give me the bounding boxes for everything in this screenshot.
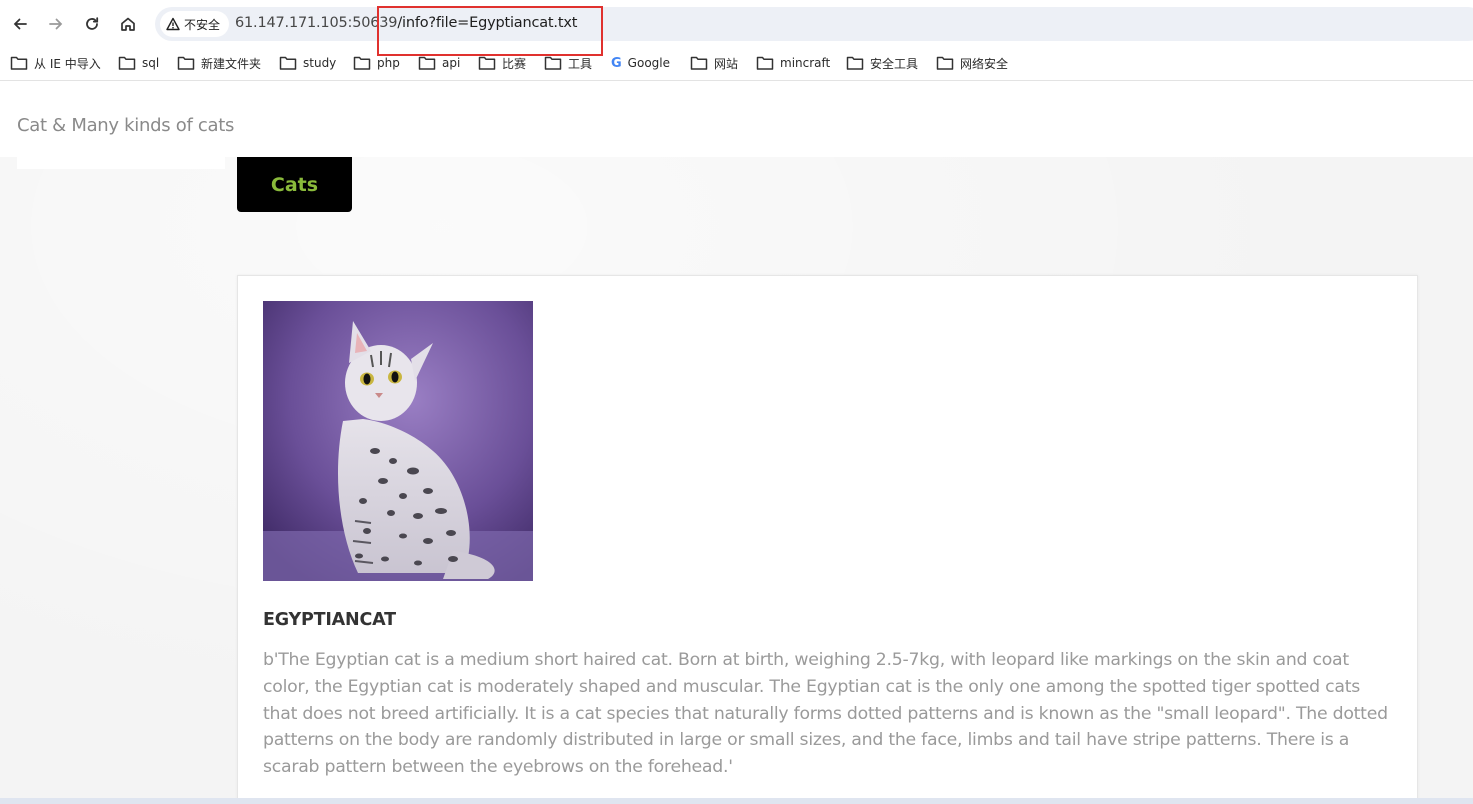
- home-icon: [121, 17, 135, 31]
- security-label: 不安全: [184, 17, 221, 32]
- bookmark-import-ie[interactable]: 从 IE 中导入: [10, 54, 101, 72]
- bookmark-study[interactable]: study: [279, 54, 336, 72]
- bookmark-api[interactable]: api: [418, 54, 460, 72]
- folder-icon: [756, 56, 774, 70]
- browser-toolbar: 不安全 61.147.171.105:50639/info?file=Egypt…: [0, 0, 1473, 46]
- bookmark-label: 工具: [568, 56, 593, 71]
- arrow-left-icon: [13, 18, 27, 30]
- bookmark-label: mincraft: [780, 56, 831, 70]
- bookmark-new-folder[interactable]: 新建文件夹: [177, 54, 261, 72]
- bookmark-sql[interactable]: sql: [118, 54, 159, 72]
- bookmark-security-tools[interactable]: 安全工具: [846, 54, 918, 72]
- bookmark-label: Google: [627, 56, 670, 70]
- warning-icon: [166, 17, 180, 31]
- bookmark-mincraft[interactable]: mincraft: [756, 54, 830, 72]
- folder-icon: [118, 56, 136, 70]
- folder-icon: [418, 56, 436, 70]
- bookmark-label: api: [442, 56, 461, 70]
- folder-icon: [846, 56, 864, 70]
- site-header: Cat & Many kinds of cats: [0, 82, 1473, 157]
- folder-icon: [353, 56, 371, 70]
- folder-icon: [544, 56, 562, 70]
- bookmark-label: php: [377, 56, 400, 70]
- cat-description: b'The Egyptian cat is a medium short hai…: [263, 650, 1388, 778]
- bookmark-google[interactable]: G Google: [611, 54, 670, 72]
- bottom-edge: [0, 798, 1473, 804]
- cat-card: EGYPTIANCAT b'The Egyptian cat is a medi…: [237, 275, 1418, 804]
- back-button[interactable]: [6, 10, 34, 38]
- bookmark-label: 从 IE 中导入: [34, 56, 101, 71]
- bookmark-network-security[interactable]: 网络安全: [936, 54, 1008, 72]
- bookmark-label: sql: [142, 56, 160, 70]
- bookmark-label: study: [303, 56, 337, 70]
- folder-icon: [279, 56, 297, 70]
- bookmark-label: 比赛: [502, 56, 527, 71]
- bookmark-php[interactable]: php: [353, 54, 400, 72]
- site-title[interactable]: Cat & Many kinds of cats: [17, 115, 234, 136]
- bookmark-label: 网络安全: [960, 56, 1009, 71]
- bookmark-label: 网站: [714, 56, 739, 71]
- reload-icon: [86, 17, 99, 30]
- bookmark-label: 安全工具: [870, 56, 919, 71]
- bookmarks-bar: 从 IE 中导入 sql 新建文件夹 study php api 比赛 工具 G…: [0, 46, 1473, 81]
- security-chip[interactable]: 不安全: [160, 11, 230, 37]
- folder-icon: [478, 56, 496, 70]
- cat-photo: [263, 301, 533, 581]
- google-icon: G: [611, 55, 622, 71]
- address-bar[interactable]: 不安全 61.147.171.105:50639/info?file=Egypt…: [155, 7, 1473, 41]
- egyptian-cat-photo: [263, 301, 533, 581]
- site-title-backdrop: [17, 157, 225, 169]
- folder-icon: [936, 56, 954, 70]
- folder-icon: [690, 56, 708, 70]
- bookmark-contest[interactable]: 比赛: [478, 54, 526, 72]
- bookmark-websites[interactable]: 网站: [690, 54, 738, 72]
- bookmark-tools[interactable]: 工具: [544, 54, 592, 72]
- folder-icon: [177, 56, 195, 70]
- arrow-right-icon: [49, 18, 63, 30]
- home-button[interactable]: [114, 10, 142, 38]
- annotation-highlight-box: [377, 6, 603, 56]
- forward-button[interactable]: [42, 10, 70, 38]
- url-host: 61.147.171.105:50639: [235, 15, 398, 31]
- bookmark-label: 新建文件夹: [201, 56, 262, 71]
- folder-icon: [10, 56, 28, 70]
- web-page: Cat & Many kinds of cats Cats EGYPTIANCA…: [0, 82, 1473, 804]
- reload-button[interactable]: [78, 10, 106, 38]
- cats-nav-button[interactable]: Cats: [237, 157, 352, 212]
- cat-name-heading: EGYPTIANCAT: [263, 610, 396, 630]
